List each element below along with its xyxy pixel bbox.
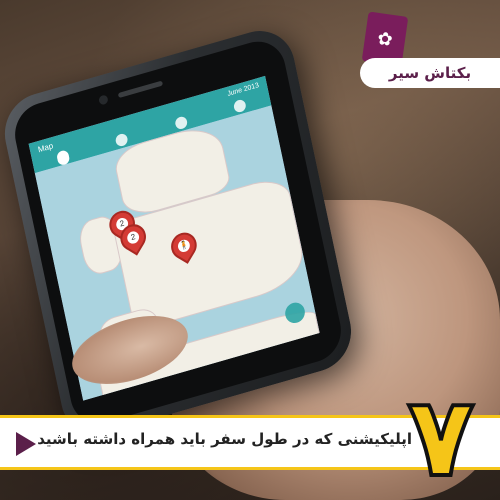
marker-label: 🧍	[176, 238, 191, 254]
tab-chat-icon[interactable]	[233, 98, 248, 114]
caption-text: اپلیکیشنی که در طول سفر باید همراه داشته…	[37, 430, 412, 448]
logo-icon: ✿	[376, 27, 394, 51]
brand-banner: بکتاش سیر	[360, 58, 500, 88]
caption-number: ۷	[405, 373, 476, 500]
tab-location-icon[interactable]	[55, 149, 70, 165]
brand-name: بکتاش سیر	[388, 64, 472, 82]
tab-people-icon[interactable]	[114, 132, 129, 148]
marker-label: 2	[126, 230, 141, 246]
tab-groups-icon[interactable]	[173, 115, 188, 131]
play-icon[interactable]	[16, 432, 36, 456]
